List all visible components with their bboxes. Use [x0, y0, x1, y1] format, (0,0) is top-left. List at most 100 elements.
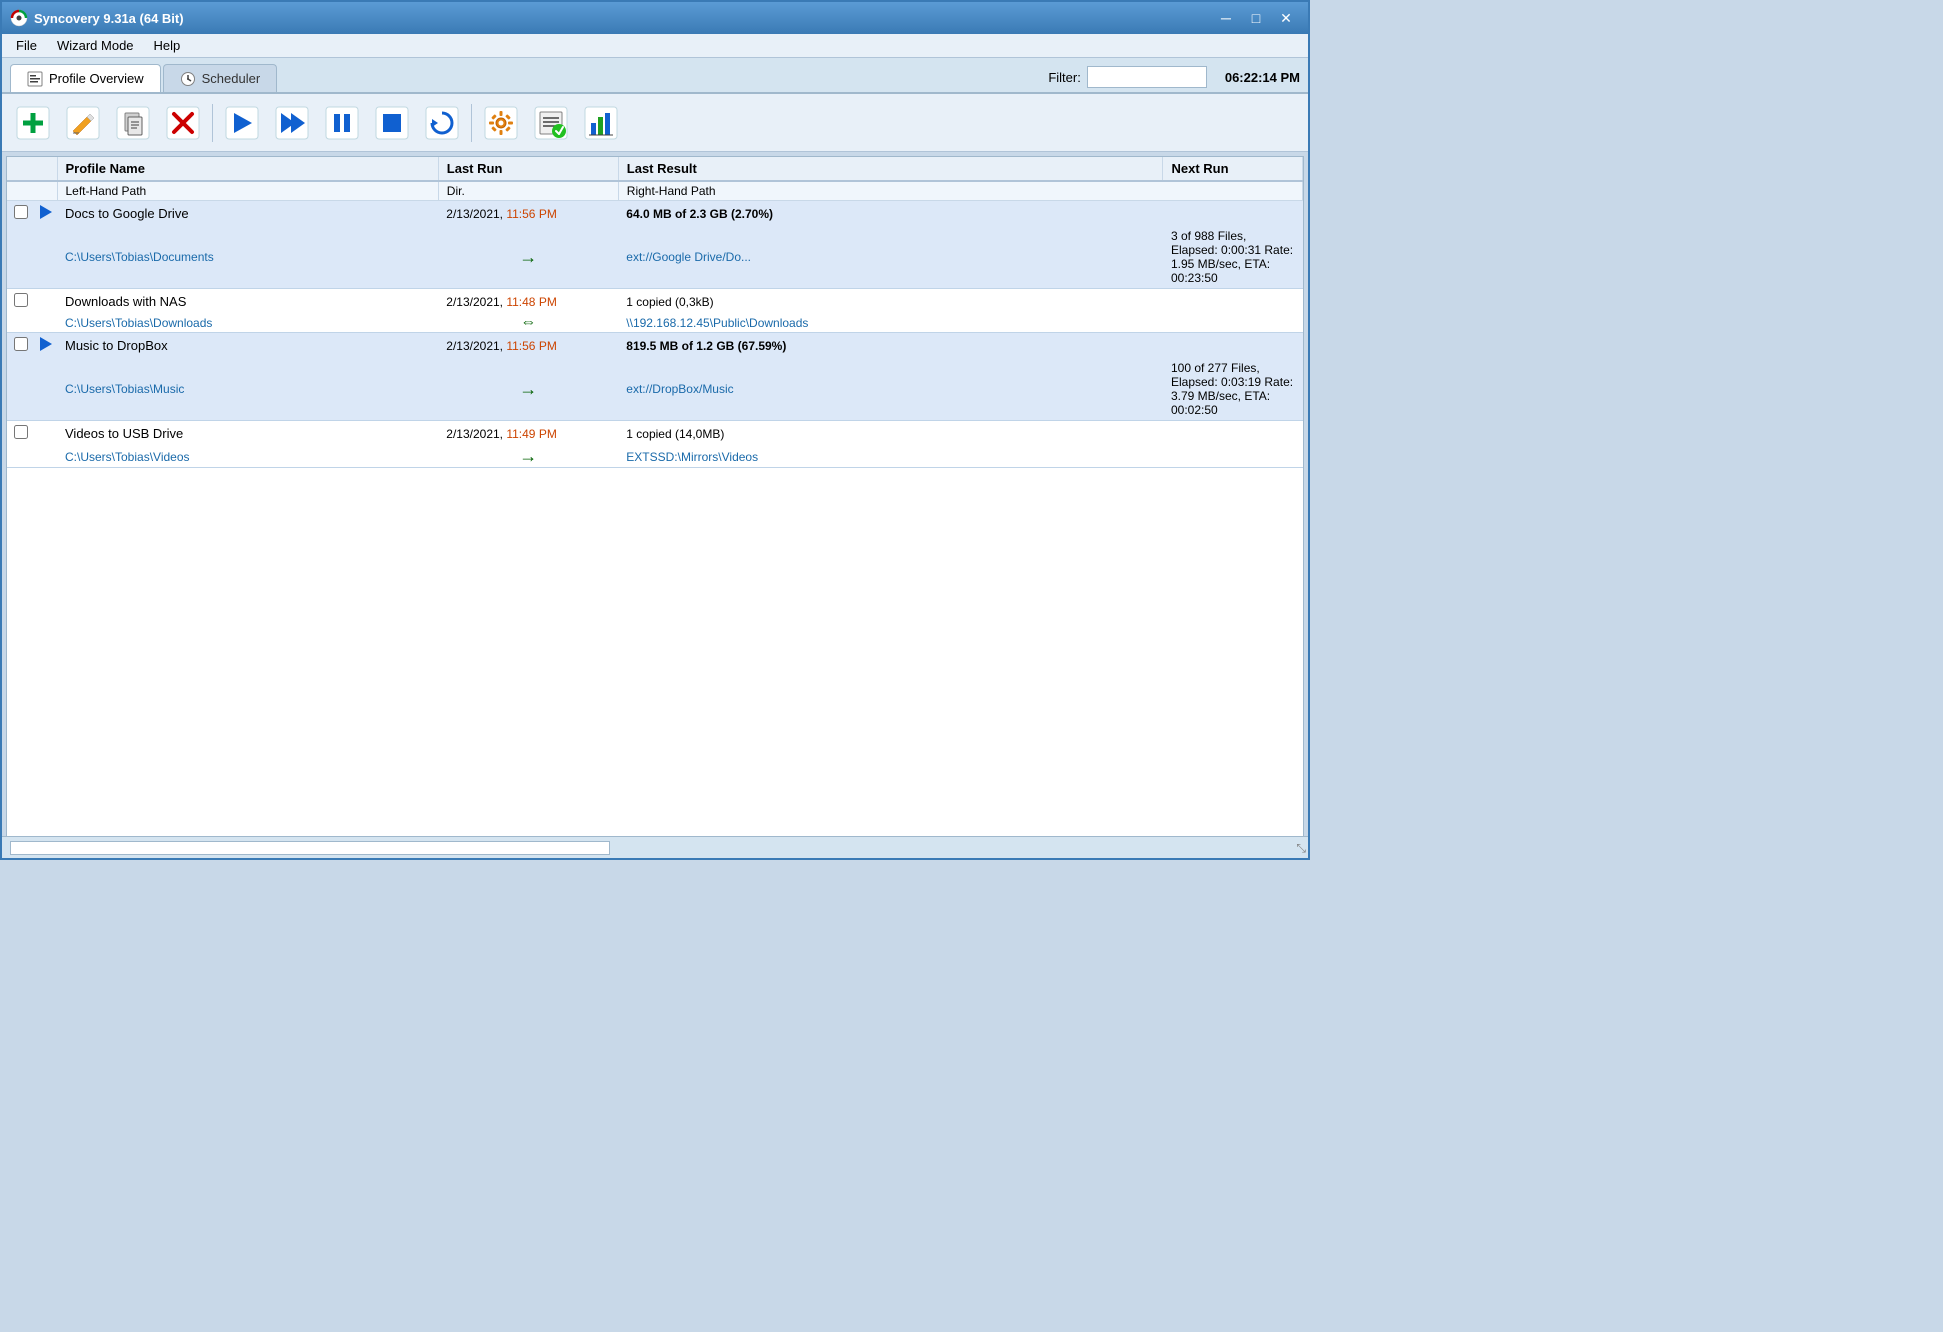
app-title: Syncovery 9.31a (64 Bit) — [34, 11, 184, 26]
tab-bar: Profile Overview Scheduler Filter: 06:22… — [2, 58, 1308, 94]
checkbox-music-dropbox[interactable] — [14, 337, 28, 351]
dir-arrow: ⇔ — [438, 314, 618, 333]
add-icon — [15, 105, 51, 141]
right-path[interactable]: ext://DropBox/Music — [618, 358, 1163, 421]
play-btn-docs-google[interactable] — [40, 205, 52, 219]
last-result-normal-text: 3 of 988 Files, Elapsed: 0:00:31 Rate: 1… — [1171, 229, 1293, 285]
subheader-check-col — [7, 181, 57, 201]
title-bar-left: Syncovery 9.31a (64 Bit) — [10, 9, 184, 27]
profile-rows: Docs to Google Drive2/13/2021, 11:56 PM6… — [7, 201, 1303, 468]
close-button[interactable]: ✕ — [1272, 7, 1300, 29]
header-last-run[interactable]: Last Run — [438, 157, 618, 181]
delete-profile-button[interactable] — [160, 100, 206, 146]
last-run-cell: 2/13/2021, 11:49 PM — [438, 421, 618, 447]
status-progress-bar — [10, 841, 610, 855]
left-path[interactable]: C:\Users\Tobias\Music — [57, 358, 438, 421]
table-row-path: C:\Users\Tobias\Videos→EXTSSD:\Mirrors\V… — [7, 446, 1303, 468]
settings-button[interactable] — [478, 100, 524, 146]
row-play-cell — [35, 289, 57, 315]
resize-grip[interactable]: ⤡ — [1296, 841, 1306, 856]
minimize-button[interactable]: ─ — [1212, 7, 1240, 29]
menu-bar: File Wizard Mode Help — [2, 34, 1308, 58]
table-row: Music to DropBox2/13/2021, 11:56 PM819.5… — [7, 333, 1303, 359]
right-path[interactable]: \\192.168.12.45\Public\Downloads — [618, 314, 1163, 333]
stop-button[interactable] — [369, 100, 415, 146]
path-row-empty-1 — [7, 358, 35, 421]
row-play-cell — [35, 421, 57, 447]
refresh-button[interactable] — [419, 100, 465, 146]
add-profile-button[interactable] — [10, 100, 56, 146]
last-result-cell: 1 copied (14,0MB) — [618, 421, 1163, 447]
profile-name: Docs to Google Drive — [57, 201, 438, 227]
path-row-empty-1 — [7, 314, 35, 333]
last-result-bold: 819.5 MB of 1.2 GB (67.59%) — [626, 339, 786, 353]
last-result-normal: 1 copied (0,3kB) — [626, 295, 713, 309]
next-run-cell — [1163, 421, 1303, 447]
pause-button[interactable] — [319, 100, 365, 146]
last-run-date: 2/13/2021, — [446, 207, 506, 221]
tab-profile-overview-label: Profile Overview — [49, 71, 144, 86]
filter-area: Filter: 06:22:14 PM — [1048, 66, 1300, 92]
last-result-normal-row: 100 of 277 Files, Elapsed: 0:03:19 Rate:… — [1163, 358, 1303, 421]
inner-content: Profile Name Last Run Last Result Next R… — [6, 156, 1304, 854]
left-path[interactable]: C:\Users\Tobias\Videos — [57, 446, 438, 468]
last-result-cell: 64.0 MB of 2.3 GB (2.70%) — [618, 201, 1163, 227]
app-icon — [10, 9, 28, 27]
menu-help[interactable]: Help — [144, 36, 191, 55]
last-run-date: 2/13/2021, — [446, 295, 506, 309]
summary-icon — [583, 105, 619, 141]
filter-label: Filter: — [1048, 70, 1081, 85]
left-path[interactable]: C:\Users\Tobias\Documents — [57, 226, 438, 289]
path-row-empty-2 — [35, 446, 57, 468]
table-row: Downloads with NAS 2/13/2021, 11:48 PM 1 c… — [7, 289, 1303, 315]
stop-icon — [374, 105, 410, 141]
path-row-empty-2 — [35, 226, 57, 289]
checkbox-downloads-nas[interactable] — [14, 293, 28, 307]
status-bar: ⤡ — [2, 836, 1308, 858]
checkbox-docs-google[interactable] — [14, 205, 28, 219]
menu-wizard-mode[interactable]: Wizard Mode — [47, 36, 144, 55]
subheader-dir: Dir. — [438, 181, 618, 201]
header-check-col — [7, 157, 57, 181]
pause-icon — [324, 105, 360, 141]
header-profile-name[interactable]: Profile Name — [57, 157, 438, 181]
run-all-icon — [274, 105, 310, 141]
tab-scheduler[interactable]: Scheduler — [163, 64, 278, 92]
log-button[interactable] — [528, 100, 574, 146]
checkbox-videos-usb[interactable] — [14, 425, 28, 439]
last-run-cell: 2/13/2021, 11:56 PM — [438, 201, 618, 227]
table-header-row: Profile Name Last Run Last Result Next R… — [7, 157, 1303, 181]
summary-button[interactable] — [578, 100, 624, 146]
copy-profile-button[interactable] — [110, 100, 156, 146]
filter-input[interactable] — [1087, 66, 1207, 88]
profile-name: Downloads with NAS — [57, 289, 438, 315]
tab-scheduler-label: Scheduler — [202, 71, 261, 86]
right-path[interactable]: ext://Google Drive/Do... — [618, 226, 1163, 289]
play-btn-music-dropbox[interactable] — [40, 337, 52, 351]
path-row-result-empty — [1163, 446, 1303, 468]
row-play-cell — [35, 333, 57, 359]
restore-button[interactable]: □ — [1242, 7, 1270, 29]
tab-profile-overview[interactable]: Profile Overview — [10, 64, 161, 92]
last-run-time: 11:48 PM — [506, 295, 556, 309]
scheduler-icon — [180, 71, 196, 87]
last-run-time: 11:49 PM — [506, 427, 556, 441]
table-row: Videos to USB Drive2/13/2021, 11:49 PM1 … — [7, 421, 1303, 447]
left-path[interactable]: C:\Users\Tobias\Downloads — [57, 314, 438, 333]
edit-profile-button[interactable] — [60, 100, 106, 146]
tabs-container: Profile Overview Scheduler — [10, 64, 277, 92]
run-icon — [224, 105, 260, 141]
profiles-table: Profile Name Last Run Last Result Next R… — [7, 157, 1303, 468]
last-result-normal-row: 3 of 988 Files, Elapsed: 0:00:31 Rate: 1… — [1163, 226, 1303, 289]
run-button[interactable] — [219, 100, 265, 146]
table-row-path: C:\Users\Tobias\Downloads⇔\\192.168.12.4… — [7, 314, 1303, 333]
header-next-run[interactable]: Next Run — [1163, 157, 1303, 181]
profile-name: Videos to USB Drive — [57, 421, 438, 447]
run-all-button[interactable] — [269, 100, 315, 146]
menu-file[interactable]: File — [6, 36, 47, 55]
right-path[interactable]: EXTSSD:\Mirrors\Videos — [618, 446, 1163, 468]
delete-icon — [165, 105, 201, 141]
table-subheader-row: Left-Hand Path Dir. Right-Hand Path — [7, 181, 1303, 201]
last-run-cell: 2/13/2021, 11:56 PM — [438, 333, 618, 359]
header-last-result[interactable]: Last Result — [618, 157, 1163, 181]
